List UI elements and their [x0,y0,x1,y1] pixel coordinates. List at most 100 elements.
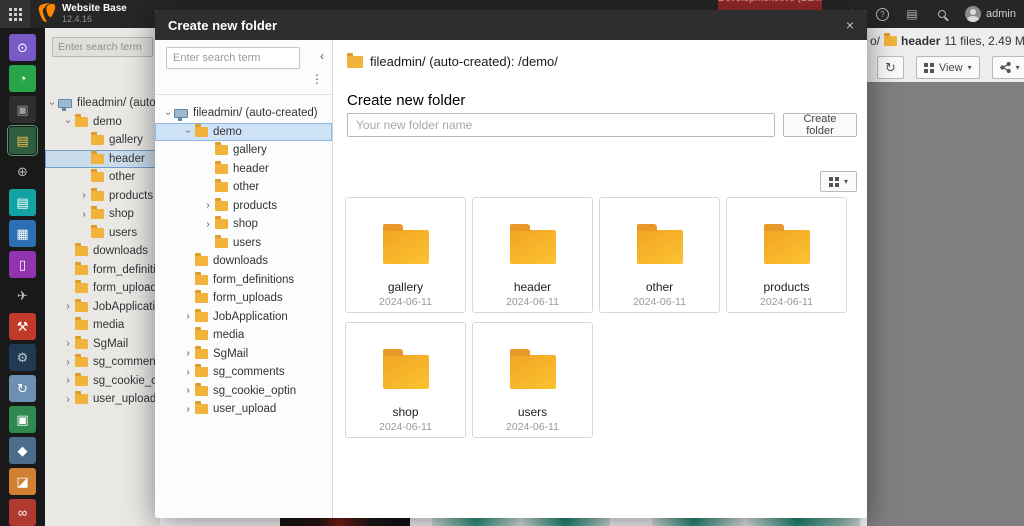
view-dropdown-button[interactable]: View ▾ [915,56,980,79]
tree-item-sg-cookie-optin[interactable]: › sg_cookie_optin [45,372,160,391]
chevron-down-icon: ▾ [967,63,972,72]
tree-item-form-definitions[interactable]: form_definitions [45,261,160,280]
tree-item-shop[interactable]: › shop [155,215,332,234]
folder-card-products[interactable]: products 2024-06-11 [726,197,847,313]
tree-item-fileadmin-auto-created-[interactable]: › fileadmin/ (auto-created) [45,94,160,113]
tree-item-other[interactable]: other [45,168,160,187]
module-dashboard-icon[interactable]: ◔ [9,65,36,92]
tree-item-gallery[interactable]: gallery [45,131,160,150]
tree-item-label: sg_comments [213,366,285,379]
tree-item-header[interactable]: header [45,149,160,168]
module-page-layout-icon[interactable]: ▦ [9,220,36,247]
tree-item-fileadmin-auto-created-[interactable]: › fileadmin/ (auto-created) [155,104,332,123]
tree-item-form-definitions[interactable]: form_definitions [155,271,332,290]
folder-card-users[interactable]: users 2024-06-11 [472,322,593,438]
module-security-shield-icon[interactable]: ◆ [9,437,36,464]
folder-icon [215,234,228,248]
chevron-open-icon[interactable]: › [183,127,194,137]
chevron-closed-icon[interactable]: › [183,385,193,396]
tree-item-jobapplication[interactable]: › JobApplication [45,298,160,317]
tree-item-label: form_definitions [213,273,295,286]
tree-item-sg-comments[interactable]: › sg_comments [45,353,160,372]
module-images-icon[interactable]: ▣ [9,96,36,123]
create-folder-modal: Create new folder × ‹ ⋮ › fileadmin/ (aut… [155,10,867,518]
tree-item-other[interactable]: other [155,178,332,197]
chevron-closed-icon[interactable]: › [63,338,73,349]
module-list-icon[interactable]: ▤ [905,7,919,21]
tree-item-products[interactable]: › products [155,197,332,216]
search-icon[interactable] [935,7,949,21]
folder-name-input[interactable] [347,113,775,137]
tree-item-header[interactable]: header [155,160,332,179]
tree-item-users[interactable]: users [155,234,332,253]
chevron-closed-icon[interactable]: › [203,200,213,211]
tree-item-media[interactable]: media [155,326,332,345]
module-viewpage-icon[interactable]: ▯ [9,251,36,278]
modal-tree-search-input[interactable] [166,47,300,69]
tree-item-demo[interactable]: › demo [45,113,160,132]
chevron-closed-icon[interactable]: › [183,404,193,415]
tree-item-form-uploads[interactable]: form_uploads [45,279,160,298]
chevron-closed-icon[interactable]: › [63,375,73,386]
chevron-closed-icon[interactable]: › [63,394,73,405]
viewmode-dropdown-button[interactable]: ▾ [820,171,857,192]
folder-card-gallery[interactable]: gallery 2024-06-11 [345,197,466,313]
tree-item-user-upload[interactable]: › user_upload [155,400,332,419]
refresh-button[interactable]: ↻ [877,56,904,79]
chevron-closed-icon[interactable]: › [79,209,89,220]
module-settings-gear-icon[interactable]: ⚙ [9,344,36,371]
tree-item-users[interactable]: users [45,224,160,243]
folder-icon [91,150,104,164]
module-forms-icon[interactable]: ▤ [9,189,36,216]
folder-card-header[interactable]: header 2024-06-11 [472,197,593,313]
chevron-closed-icon[interactable]: › [203,219,213,230]
tree-item-gallery[interactable]: gallery [155,141,332,160]
chevron-closed-icon[interactable]: › [79,190,89,201]
chevron-closed-icon[interactable]: › [63,357,73,368]
current-path: fileadmin/ (auto-created): /demo/ [347,52,558,69]
module-sync-icon[interactable]: ↻ [9,375,36,402]
kebab-menu-icon[interactable]: ⋮ [311,72,323,86]
tree-item-downloads[interactable]: downloads [155,252,332,271]
tree-item-demo[interactable]: › demo [155,122,332,141]
chevron-open-icon[interactable]: › [63,117,74,127]
tree-item-sgmail[interactable]: › SgMail [155,345,332,364]
user-menu[interactable]: admin [965,6,1016,22]
collapse-panel-icon[interactable]: ‹ [320,49,324,63]
folder-card-name: header [513,280,552,294]
chevron-closed-icon[interactable]: › [183,367,193,378]
tree-item-user-upload[interactable]: › user_upload [45,390,160,409]
module-system-monitor-icon[interactable]: ▣ [9,406,36,433]
module-rocket-icon[interactable]: ✈ [9,282,36,309]
tree-item-sg-comments[interactable]: › sg_comments [155,363,332,382]
chevron-closed-icon[interactable]: › [183,348,193,359]
create-folder-button[interactable]: Create folder [783,113,857,137]
close-icon[interactable]: × [846,17,854,33]
module-location-icon[interactable]: ⊙ [9,34,36,61]
tree-item-shop[interactable]: › shop [45,205,160,224]
help-icon[interactable]: ? [876,7,890,21]
tree-item-sg-cookie-optin[interactable]: › sg_cookie_optin [155,382,332,401]
chevron-closed-icon[interactable]: › [183,311,193,322]
module-install-wrench-icon[interactable]: ⚒ [9,313,36,340]
folder-card-other[interactable]: other 2024-06-11 [599,197,720,313]
share-dropdown-button[interactable]: ▾ [991,56,1024,79]
tree-item-jobapplication[interactable]: › JobApplication [155,308,332,327]
tree-item-downloads[interactable]: downloads [45,242,160,261]
module-web-globe-icon[interactable]: ⊕ [9,158,36,185]
tree-item-products[interactable]: › products [45,187,160,206]
grid-icon [8,7,12,11]
module-filelist-icon[interactable]: ▤ [7,125,38,156]
tree-search-input[interactable] [52,37,153,57]
folder-card-date: 2024-06-11 [506,421,559,433]
tree-item-form-uploads[interactable]: form_uploads [155,289,332,308]
chevron-open-icon[interactable]: › [163,108,174,118]
module-recycler-mask-icon[interactable]: ∞ [9,499,36,526]
module-extensions-cube-icon[interactable]: ◪ [9,468,36,495]
chevron-open-icon[interactable]: › [47,98,58,108]
modules-menu-button[interactable] [0,0,30,28]
folder-card-shop[interactable]: shop 2024-06-11 [345,322,466,438]
tree-item-sgmail[interactable]: › SgMail [45,335,160,354]
tree-item-media[interactable]: media [45,316,160,335]
chevron-closed-icon[interactable]: › [63,301,73,312]
